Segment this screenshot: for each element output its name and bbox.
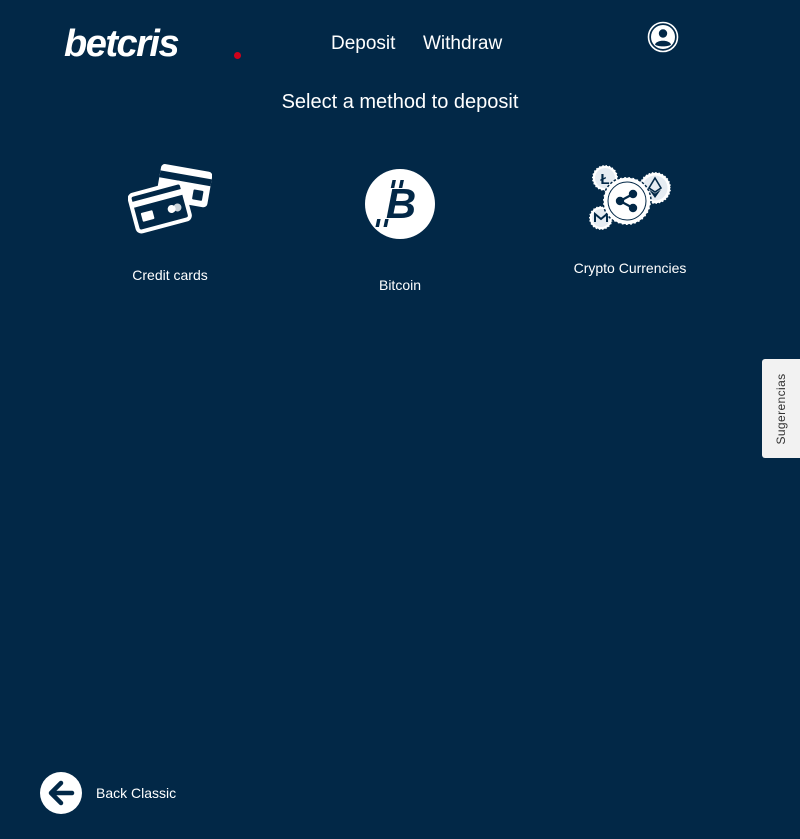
method-label: Bitcoin [378, 277, 422, 293]
user-account-button[interactable] [647, 21, 679, 53]
feedback-tab[interactable]: Sugerencias [762, 359, 800, 458]
user-icon [647, 21, 679, 53]
method-credit-cards[interactable]: Credit cards [70, 162, 270, 284]
method-bitcoin[interactable]: B Bitcoin [300, 168, 500, 294]
logo-dot [234, 52, 241, 59]
back-classic-label: Back Classic [96, 785, 177, 801]
page-heading: Select a method to deposit [281, 91, 519, 113]
crypto-coins-icon: Ł [588, 164, 672, 231]
credit-card-icon [128, 164, 212, 234]
deposit-page: betcris Deposit Withdraw Select a method… [0, 0, 800, 839]
arrow-left-icon [40, 772, 82, 814]
betcris-logo[interactable]: betcris [64, 23, 241, 65]
nav-withdraw-link[interactable]: Withdraw [423, 32, 502, 56]
logo-text: betcris [64, 23, 180, 65]
feedback-tab-label: Sugerencias [774, 372, 788, 445]
nav-deposit-link[interactable]: Deposit [331, 32, 395, 56]
method-label: Crypto Currencies [573, 260, 687, 276]
bitcoin-icon: B [365, 169, 435, 239]
method-label: Credit cards [132, 267, 208, 283]
method-crypto-currencies[interactable]: Ł Crypto Currencies [530, 163, 730, 277]
